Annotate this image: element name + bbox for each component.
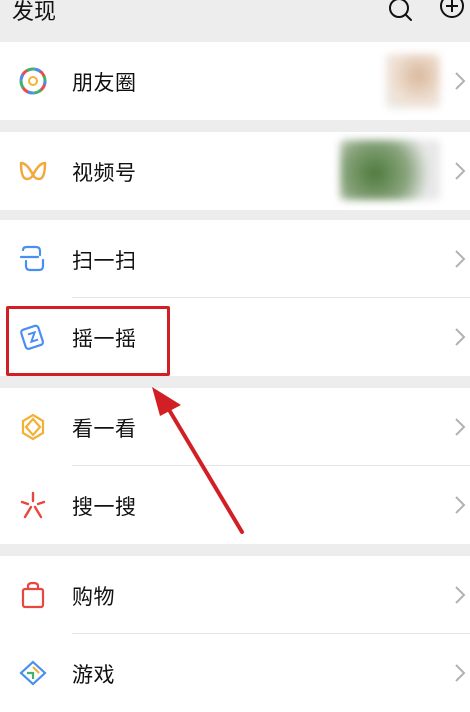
top-stories-icon <box>21 413 45 441</box>
chevron-right-icon <box>455 162 466 180</box>
games-icon <box>19 660 47 686</box>
menu-item-scan[interactable]: 扫一扫 <box>0 220 470 298</box>
moments-icon <box>19 67 47 95</box>
chevron-right-icon <box>455 586 466 604</box>
scan-icon <box>19 245 45 272</box>
add-icon[interactable] <box>438 0 466 24</box>
section-shopping-games: 购物 游戏 <box>0 556 470 712</box>
chevron-right-icon <box>455 664 466 682</box>
section-moments: 朋友圈 <box>0 42 470 120</box>
moments-thumbnail <box>386 54 440 108</box>
highlight-box <box>6 306 170 376</box>
menu-item-channels[interactable]: 视频号 <box>0 132 470 210</box>
menu-item-top-stories[interactable]: 看一看 <box>0 388 470 466</box>
top-bar: 发现 <box>0 0 470 40</box>
page-title: 发现 <box>12 0 57 25</box>
chevron-right-icon <box>455 328 466 346</box>
menu-label: 游戏 <box>72 663 115 687</box>
menu-item-games[interactable]: 游戏 <box>0 634 470 712</box>
channels-thumbnail <box>340 140 440 200</box>
menu-label: 朋友圈 <box>72 71 137 95</box>
chevron-right-icon <box>455 496 466 514</box>
chevron-right-icon <box>455 418 466 436</box>
section-stories-search: 看一看 搜一搜 <box>0 388 470 544</box>
menu-item-moments[interactable]: 朋友圈 <box>0 42 470 120</box>
search-sparkle-icon <box>20 491 46 519</box>
menu-label: 视频号 <box>72 161 137 185</box>
menu-label: 搜一搜 <box>72 495 137 519</box>
chevron-right-icon <box>455 250 466 268</box>
section-channels: 视频号 <box>0 132 470 210</box>
channels-icon <box>19 161 47 181</box>
menu-item-shopping[interactable]: 购物 <box>0 556 470 634</box>
shopping-bag-icon <box>21 581 45 609</box>
menu-label: 扫一扫 <box>72 249 137 273</box>
menu-label: 购物 <box>72 585 115 609</box>
menu-label: 看一看 <box>72 417 137 441</box>
search-icon[interactable] <box>386 0 414 24</box>
chevron-right-icon <box>455 72 466 90</box>
menu-item-search[interactable]: 搜一搜 <box>0 466 470 544</box>
